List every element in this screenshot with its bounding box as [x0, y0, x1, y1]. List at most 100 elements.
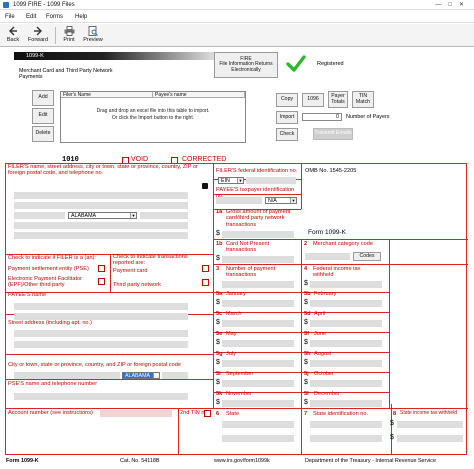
box3-label: Number of payment transactions [226, 266, 276, 279]
third-party-network-checkbox[interactable] [202, 279, 209, 286]
box1b-field[interactable] [222, 256, 294, 263]
payee-street2-field[interactable] [14, 341, 188, 348]
payee-tin-field[interactable] [216, 197, 262, 204]
save-disk-icon[interactable] [202, 183, 208, 189]
filer-city-field[interactable] [14, 212, 65, 219]
box2-field[interactable] [305, 253, 350, 260]
box3-num: 3 [216, 266, 220, 272]
month-dollar: $ [216, 359, 220, 366]
filer-name-field[interactable] [14, 192, 188, 199]
back-button[interactable]: Back [4, 25, 22, 46]
import-button[interactable]: Import [276, 111, 298, 124]
payee-zip-field[interactable] [162, 372, 188, 379]
month-label: June [314, 331, 327, 337]
filer-address-field[interactable] [14, 202, 188, 209]
month-amount-field[interactable] [310, 340, 382, 347]
box7-field-2[interactable] [310, 435, 382, 442]
box6-field[interactable] [222, 421, 294, 428]
box1a-label: Gross amount of payment card/third party… [226, 209, 291, 228]
forward-arrow-icon [34, 26, 42, 36]
payer-grid[interactable]: Filer's Name Payee's name Drag and drop … [60, 91, 246, 143]
month-label: October [314, 371, 334, 377]
copy-button[interactable]: Copy [276, 93, 298, 107]
tin-match-button[interactable]: TIN Match [352, 91, 374, 108]
edit-button[interactable]: Edit [32, 108, 54, 124]
box8-field[interactable] [397, 421, 463, 428]
payee-street-field[interactable] [14, 330, 188, 337]
form-1096-button[interactable]: 1096 [302, 93, 324, 107]
grid-header-payee[interactable]: Payee's name [153, 92, 245, 98]
month-amount-field[interactable] [222, 380, 294, 387]
month-amount-field[interactable] [222, 320, 294, 327]
payer-totals-button[interactable]: Payer Totals [328, 91, 348, 108]
tin-type-select[interactable]: EIN ▼ [218, 177, 244, 184]
print-label: Print [63, 37, 75, 43]
footer-url: www.irs.gov/form1099k [214, 458, 270, 464]
street-label: Street address (including apt. no.) [8, 320, 92, 326]
print-button[interactable]: Print [60, 25, 78, 46]
month-dollar: $ [304, 399, 308, 406]
omb-number: OMB No. 1545-2205 [305, 168, 357, 174]
month-amount-field[interactable] [310, 380, 382, 387]
form-title: Form 1099-K [308, 229, 346, 236]
filer-phone-field[interactable] [14, 232, 188, 239]
codes-button[interactable]: Codes [353, 252, 381, 261]
box8-field-2[interactable] [397, 435, 463, 442]
filer-state-select[interactable]: ALABAMA ▼ [68, 212, 137, 219]
add-button[interactable]: Add [32, 90, 54, 106]
box4-field[interactable] [310, 281, 382, 288]
filer-zip-field[interactable] [140, 212, 188, 219]
menu-file[interactable]: File [5, 11, 15, 23]
month-box-number: 5l [304, 391, 309, 397]
menu-edit[interactable]: Edit [26, 11, 36, 23]
month-label: November [226, 391, 252, 397]
month-amount-field[interactable] [310, 400, 382, 407]
payee-tin-type-select[interactable]: N/A ▼ [265, 197, 297, 204]
preview-icon [88, 26, 98, 36]
month-amount-field[interactable] [310, 300, 382, 307]
menu-forms[interactable]: Forms [46, 11, 63, 23]
forward-button[interactable]: Forward [26, 25, 50, 46]
box6-field-2[interactable] [222, 435, 294, 442]
fire-button[interactable]: FIRE File Information Returns Electronic… [214, 52, 278, 78]
payment-card-checkbox[interactable] [202, 265, 209, 272]
box3-field[interactable] [222, 281, 294, 288]
box1b-label: Card Not Present transactions [226, 241, 270, 254]
footer-cat: Cat. No. 54118B [120, 458, 160, 464]
filer-tin-field[interactable] [246, 177, 296, 184]
number-of-payers-field[interactable]: 0 [302, 113, 342, 121]
month-dollar: $ [216, 379, 220, 386]
preview-button[interactable]: Preview [81, 25, 105, 46]
delete-button[interactable]: Delete [32, 126, 54, 142]
second-tin-checkbox[interactable] [204, 410, 211, 417]
epf-checkbox[interactable] [98, 278, 105, 285]
month-label: August [314, 351, 332, 357]
month-amount-field[interactable] [310, 360, 382, 367]
preview-label: Preview [83, 37, 103, 43]
box8-label: State income tax withheld [400, 410, 457, 416]
registered-check-icon [286, 55, 306, 72]
month-amount-field[interactable] [310, 320, 382, 327]
check-button[interactable]: Check [276, 128, 298, 141]
payee-name-field[interactable] [14, 303, 188, 310]
box2-num: 2 [304, 241, 308, 247]
pse-name-field[interactable] [14, 393, 188, 400]
box1a-field[interactable] [222, 231, 294, 238]
payee-city-field[interactable] [14, 372, 120, 379]
month-amount-field[interactable] [222, 300, 294, 307]
window-controls[interactable]: —□✕ [435, 0, 471, 10]
month-dollar: $ [304, 379, 308, 386]
month-amount-field[interactable] [222, 360, 294, 367]
month-dollar: $ [304, 339, 308, 346]
payee-state-select[interactable]: ALABAMA ▼ [122, 372, 160, 379]
month-amount-field[interactable] [222, 340, 294, 347]
box7-field[interactable] [310, 421, 382, 428]
menu-help[interactable]: Help [75, 11, 87, 23]
account-number-field[interactable] [100, 410, 172, 417]
grid-header-filer[interactable]: Filer's Name [61, 92, 153, 98]
filer-country-field[interactable] [14, 222, 188, 229]
payee-name2-field[interactable] [14, 313, 188, 320]
pse-checkbox[interactable] [98, 265, 105, 272]
month-amount-field[interactable] [222, 400, 294, 407]
title-bar: 1099 FIRE - 1099 Files —□✕ [0, 0, 474, 10]
